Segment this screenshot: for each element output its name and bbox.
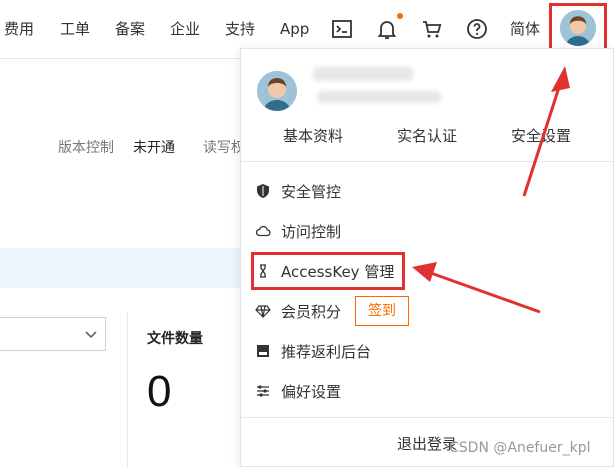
notification-dot <box>397 13 403 19</box>
file-count-value: 0 <box>147 367 172 416</box>
menu-item-label: 偏好设置 <box>281 382 342 401</box>
menu-item-label: 访问控制 <box>281 222 342 241</box>
nav-item-enterprise[interactable]: 企业 <box>170 0 200 58</box>
divider <box>241 417 614 418</box>
menu-item-label: 推荐返利后台 <box>281 342 372 361</box>
profile-basic-info[interactable]: 基本资料 <box>283 125 343 146</box>
shield-icon <box>255 183 271 199</box>
column-divider <box>127 312 128 467</box>
menu-item-label: 安全管控 <box>281 182 342 201</box>
help-icon[interactable] <box>465 17 489 41</box>
bucket-select[interactable] <box>0 317 106 351</box>
terminal-icon[interactable] <box>330 17 354 41</box>
profile-security-settings[interactable]: 安全设置 <box>511 125 571 146</box>
nav-item-ticket[interactable]: 工单 <box>60 0 90 58</box>
nav-item-billing[interactable]: 费用 <box>4 0 34 58</box>
avatar-button[interactable] <box>549 3 607 53</box>
menu-item-referral[interactable]: 推荐返利后台 <box>255 338 371 364</box>
cloud-icon <box>255 223 271 239</box>
signin-button[interactable]: 签到 <box>355 296 409 326</box>
menu-item-preferences[interactable]: 偏好设置 <box>255 378 341 404</box>
watermark: CSDN @Anefuer_kpl <box>449 440 591 456</box>
account-id-redacted <box>317 91 441 103</box>
bell-icon[interactable] <box>375 17 399 41</box>
nav-item-icp[interactable]: 备案 <box>115 0 145 58</box>
profile-real-name[interactable]: 实名认证 <box>397 125 457 146</box>
logout-link[interactable]: 退出登录 <box>397 433 457 454</box>
file-count-label: 文件数量 <box>147 331 203 347</box>
menu-item-security-control[interactable]: 安全管控 <box>255 178 341 204</box>
diamond-icon <box>255 303 271 319</box>
accesskey-highlight-box <box>251 252 405 290</box>
version-control-label: 版本控制 <box>58 140 114 156</box>
sliders-icon <box>255 383 271 399</box>
rw-permission-label: 读写权 <box>203 140 245 156</box>
avatar <box>560 10 596 46</box>
divider <box>241 161 614 162</box>
account-name-redacted <box>313 67 413 81</box>
menu-item-member-points[interactable]: 会员积分 <box>255 298 341 324</box>
account-dropdown: 基本资料 实名认证 安全设置 安全管控 访问控制 AccessKey 管理 会员… <box>240 48 614 467</box>
avatar <box>257 71 297 111</box>
version-control-value: 未开通 <box>133 140 175 156</box>
menu-item-access-control[interactable]: 访问控制 <box>255 218 341 244</box>
menu-item-label: 会员积分 <box>281 302 342 321</box>
gift-card-icon <box>255 343 271 359</box>
cart-icon[interactable] <box>420 17 444 41</box>
